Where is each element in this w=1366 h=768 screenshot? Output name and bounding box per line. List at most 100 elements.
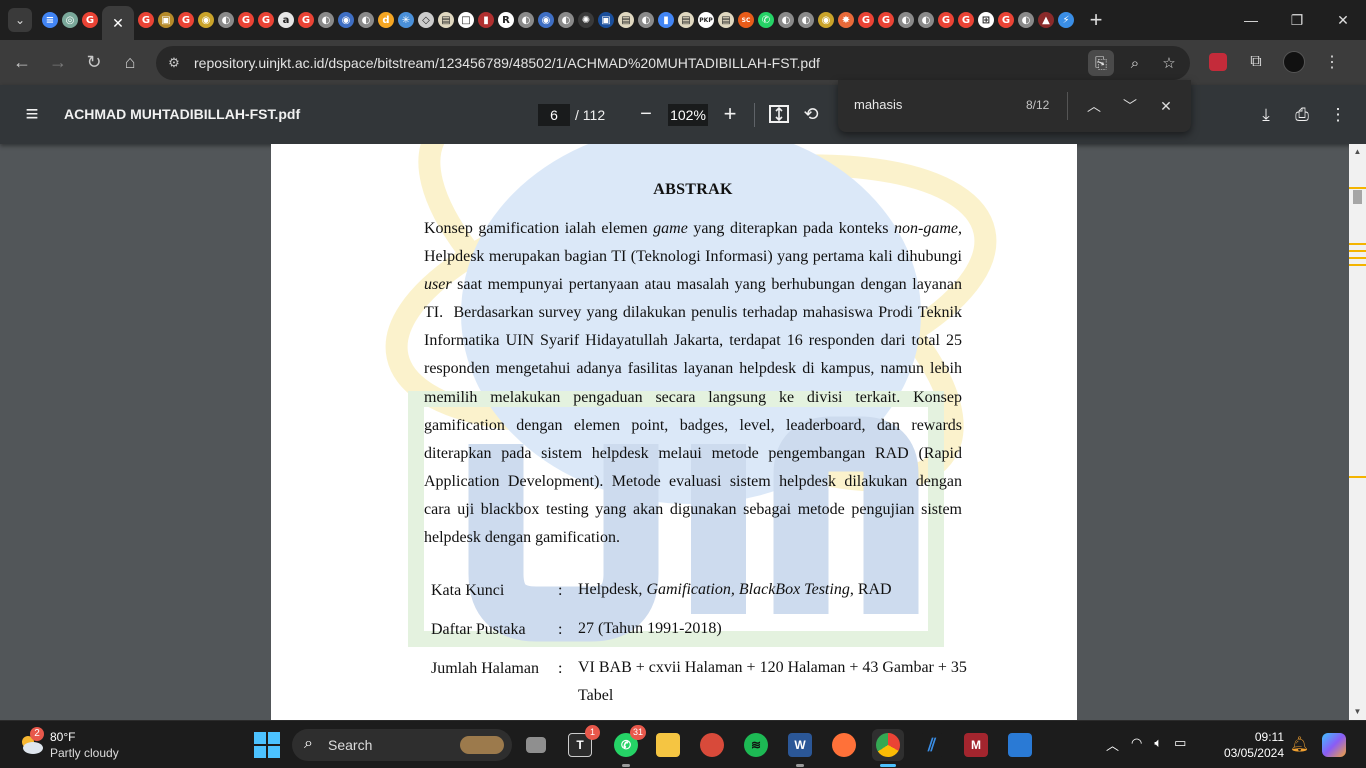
whatsapp-tab-icon[interactable]: ✆ [756, 10, 776, 30]
site-tab-icon[interactable]: ◉ [816, 10, 836, 30]
site-tab-icon[interactable]: ▮ [656, 10, 676, 30]
site-tab-icon[interactable]: ◐ [216, 10, 236, 30]
zoom-icon[interactable]: ⌕ [1122, 50, 1148, 76]
site-tab-icon[interactable]: ◐ [796, 10, 816, 30]
browser-menu-icon[interactable]: ⋮ [1316, 46, 1348, 78]
show-hidden-icons-icon[interactable]: ︿ [1106, 735, 1119, 754]
close-window-button[interactable]: ✕ [1320, 0, 1366, 40]
google-tab-icon[interactable]: G [80, 10, 100, 30]
address-bar[interactable]: ⚙ repository.uinjkt.ac.id/dspace/bitstre… [156, 46, 1190, 80]
find-next-button[interactable]: ﹀ [1118, 94, 1142, 118]
vscode-icon[interactable]: ⫽ [916, 729, 948, 761]
teams-icon[interactable]: T1 [564, 725, 600, 761]
forward-button[interactable]: → [40, 45, 76, 81]
find-previous-button[interactable]: ︿ [1082, 94, 1106, 118]
site-tab-icon[interactable]: ◐ [356, 10, 376, 30]
spotify-icon[interactable]: ≋ [740, 729, 772, 761]
microsoft-store-icon[interactable] [1004, 729, 1036, 761]
tab-search-button[interactable]: ⌄ [8, 8, 32, 32]
site-tab-icon[interactable]: ◐ [1016, 10, 1036, 30]
site-info-icon[interactable]: ⚙ [162, 51, 186, 75]
restore-button[interactable]: ❐ [1274, 0, 1320, 40]
task-view-icon[interactable] [520, 729, 552, 761]
chrome-icon[interactable] [872, 729, 904, 767]
amazon-tab-icon[interactable]: a [276, 10, 296, 30]
find-close-button[interactable]: ✕ [1154, 94, 1178, 118]
wifi-icon[interactable]: ◠ [1131, 735, 1142, 754]
url-text[interactable]: repository.uinjkt.ac.id/dspace/bitstream… [194, 55, 820, 71]
new-tab-button[interactable]: + [1084, 7, 1108, 33]
google-tab-icon[interactable]: G [296, 10, 316, 30]
google-tab-icon[interactable]: G [936, 10, 956, 30]
scroll-up-arrow-icon[interactable]: ▲ [1349, 144, 1366, 160]
site-tab-icon[interactable]: SC [736, 10, 756, 30]
google-tab-icon[interactable]: G [136, 10, 156, 30]
site-tab-icon[interactable]: ▣ [596, 10, 616, 30]
google-tab-icon[interactable]: G [856, 10, 876, 30]
site-tab-icon[interactable]: ✸ [836, 10, 856, 30]
site-tab-icon[interactable]: ◉ [196, 10, 216, 30]
site-tab-icon[interactable]: ✳ [396, 10, 416, 30]
word-icon[interactable]: W [784, 729, 816, 767]
google-tab-icon[interactable]: G [996, 10, 1016, 30]
vertical-scrollbar[interactable]: ▲ ▼ [1349, 144, 1366, 720]
back-button[interactable]: ← [4, 45, 40, 81]
site-tab-icon[interactable]: ⚡ [1056, 10, 1076, 30]
battery-icon[interactable]: ▭ [1174, 735, 1186, 754]
google-tab-icon[interactable]: G [876, 10, 896, 30]
site-tab-icon[interactable]: ◐ [316, 10, 336, 30]
bookmark-star-icon[interactable]: ☆ [1156, 50, 1182, 76]
whatsapp-icon[interactable]: ✆ 31 [610, 725, 646, 767]
page-number-input[interactable]: 6 [538, 104, 570, 126]
site-tab-icon[interactable]: ◐ [776, 10, 796, 30]
profile-avatar[interactable] [1278, 46, 1310, 78]
active-tab-close-button[interactable]: ✕ [102, 6, 134, 40]
download-icon[interactable]: ⤓ [1254, 103, 1278, 127]
cartoon-app-icon[interactable] [696, 729, 728, 761]
site-tab-icon[interactable]: ◐ [916, 10, 936, 30]
volume-icon[interactable]: 🔈︎ [1154, 735, 1162, 754]
reload-button[interactable]: ↻ [76, 45, 112, 81]
file-explorer-icon[interactable] [652, 729, 684, 761]
site-tab-icon[interactable]: ✺ [576, 10, 596, 30]
site-tab-icon[interactable]: d [376, 10, 396, 30]
site-tab-icon[interactable]: ▤ [716, 10, 736, 30]
site-tab-icon[interactable]: PKP [696, 10, 716, 30]
start-button[interactable] [254, 732, 280, 758]
site-tab-icon[interactable]: ▤ [436, 10, 456, 30]
site-tab-icon[interactable]: ▲ [1036, 10, 1056, 30]
rotate-icon[interactable]: ⟲ [800, 103, 822, 125]
find-input[interactable]: mahasis [854, 97, 902, 112]
site-tab-icon[interactable]: ▣ [156, 10, 176, 30]
google-tab-icon[interactable]: G [256, 10, 276, 30]
more-actions-icon[interactable]: ⋮ [1326, 103, 1350, 127]
site-tab-icon[interactable]: ⊞ [976, 10, 996, 30]
notification-bell-icon[interactable]: 🔔︎ [1290, 735, 1309, 753]
pdf-sidebar-menu-icon[interactable]: ≡ [18, 102, 46, 126]
page-search-icon[interactable]: ⎘ [1088, 50, 1114, 76]
openai-tab-icon[interactable]: ◎ [60, 10, 80, 30]
fit-to-page-icon[interactable] [768, 103, 790, 125]
weather-widget[interactable]: 2 80°F Partly cloudy [16, 727, 156, 763]
taskbar-clock[interactable]: 09:11 03/05/2024 [1220, 729, 1284, 761]
site-tab-icon[interactable]: ◐ [516, 10, 536, 30]
site-tab-icon[interactable]: ▤ [676, 10, 696, 30]
site-tab-icon[interactable]: ◐ [556, 10, 576, 30]
researchgate-tab-icon[interactable]: R [496, 10, 516, 30]
print-icon[interactable]: ⎙ [1290, 103, 1314, 127]
zoom-out-button[interactable]: − [634, 101, 658, 127]
extensions-puzzle-icon[interactable]: ⧉ [1240, 46, 1272, 78]
home-button[interactable]: ⌂ [112, 45, 148, 81]
copilot-icon[interactable] [1322, 733, 1346, 757]
scroll-down-arrow-icon[interactable]: ▼ [1349, 704, 1366, 720]
google-tab-icon[interactable]: G [176, 10, 196, 30]
site-tab-icon[interactable]: ◉ [336, 10, 356, 30]
site-tab-icon[interactable]: ◐ [636, 10, 656, 30]
taskbar-search-box[interactable]: ⌕ Search [292, 729, 512, 761]
site-tab-icon[interactable]: ◐ [896, 10, 916, 30]
site-tab-icon[interactable]: □ [456, 10, 476, 30]
mendeley-icon[interactable]: M [960, 729, 992, 761]
google-tab-icon[interactable]: G [236, 10, 256, 30]
site-tab-icon[interactable]: ▤ [616, 10, 636, 30]
zoom-level-input[interactable]: 102% [668, 104, 708, 126]
